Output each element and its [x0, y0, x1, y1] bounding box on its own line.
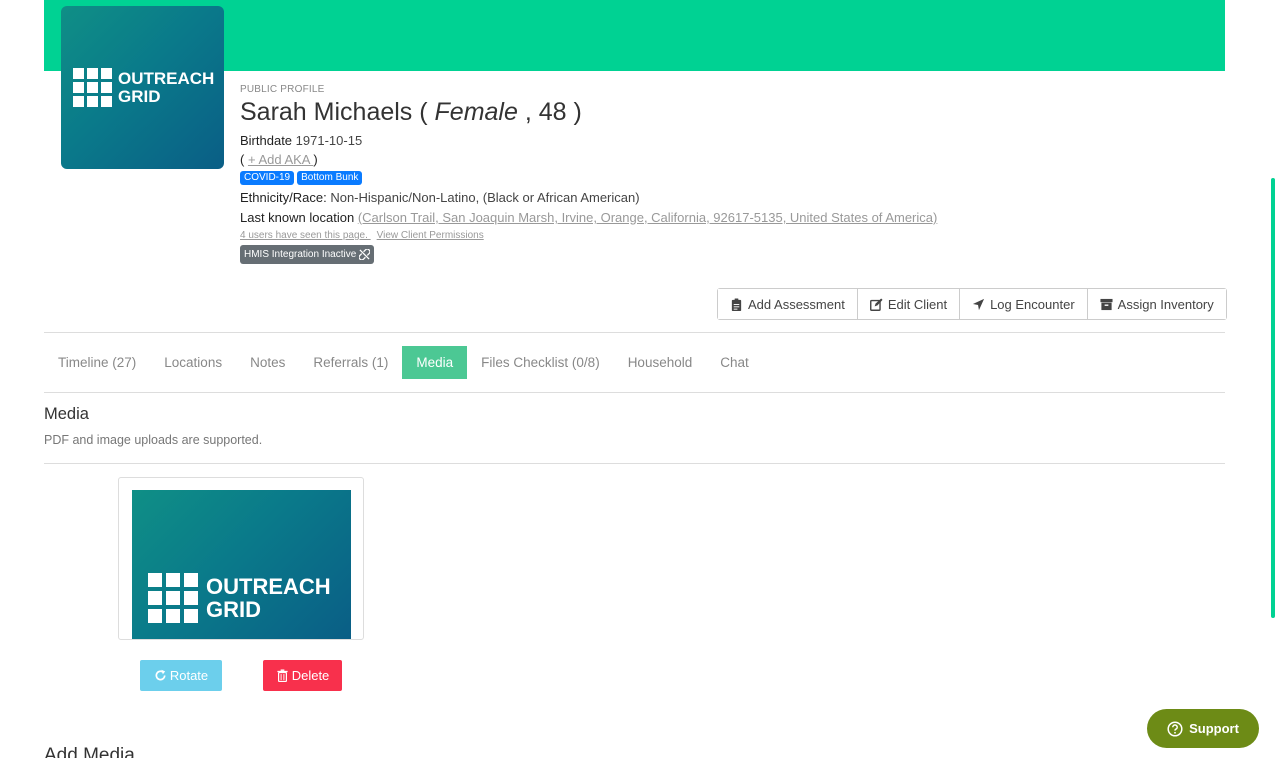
ethnicity-value: Non-Hispanic/Non-Latino, (Black or Afric… — [330, 190, 640, 205]
hmis-status-label: HMIS Integration Inactive — [244, 249, 357, 260]
grid-logo-icon — [73, 68, 112, 107]
logo-line1: OUTREACH — [118, 68, 215, 88]
assign-inventory-label: Assign Inventory — [1117, 296, 1214, 312]
client-gender: Female — [434, 98, 518, 126]
client-avatar: OUTREACH GRID — [61, 6, 224, 169]
trash-icon — [277, 669, 288, 682]
rotate-button[interactable]: Rotate — [140, 660, 222, 691]
view-permissions-link[interactable]: View Client Permissions — [377, 230, 484, 241]
edit-icon — [869, 297, 883, 311]
add-assessment-button[interactable]: Add Assessment — [718, 289, 858, 319]
tag-list: COVID-19 Bottom Bunk — [240, 171, 937, 185]
logo-line1: OUTREACH — [206, 573, 331, 599]
tab-timeline[interactable]: Timeline (27) — [44, 346, 150, 379]
rotate-icon — [155, 669, 166, 681]
birthdate-row: Birthdate 1971-10-15 — [240, 133, 937, 148]
divider — [44, 463, 1225, 464]
tab-media[interactable]: Media — [402, 346, 468, 379]
help-icon — [1167, 720, 1183, 737]
ethnicity-row: Ethnicity/Race: Non-Hispanic/Non-Latino,… — [240, 190, 937, 205]
log-encounter-label: Log Encounter — [990, 296, 1075, 312]
tab-chat[interactable]: Chat — [706, 346, 763, 379]
clipboard-icon — [731, 297, 742, 311]
media-section-subtitle: PDF and image uploads are supported. — [44, 433, 263, 447]
tab-notes[interactable]: Notes — [236, 346, 299, 379]
hmis-status-badge: HMIS Integration Inactive — [240, 245, 375, 264]
name-close-paren: ) — [566, 98, 582, 126]
profile-kicker: PUBLIC PROFILE — [240, 84, 325, 95]
tab-household[interactable]: Household — [614, 346, 707, 379]
birthdate-label: Birthdate — [240, 133, 293, 148]
support-button[interactable]: Support — [1147, 709, 1259, 748]
logo-line2: GRID — [118, 86, 161, 106]
client-age: 48 — [538, 98, 567, 126]
media-section-title: Media — [44, 405, 89, 423]
log-encounter-button[interactable]: Log Encounter — [960, 289, 1088, 319]
tag-badge[interactable]: Bottom Bunk — [297, 171, 363, 185]
name-open-paren: ( — [412, 98, 435, 126]
aka-open-paren: ( — [240, 152, 248, 167]
add-media-title: Add Media — [44, 745, 135, 758]
media-card: OUTREACH GRID — [118, 477, 364, 640]
ethnicity-label: Ethnicity/Race: — [240, 190, 327, 205]
assign-inventory-button[interactable]: Assign Inventory — [1087, 289, 1226, 319]
delete-label: Delete — [291, 668, 330, 683]
add-assessment-label: Add Assessment — [748, 296, 845, 312]
tab-locations[interactable]: Locations — [150, 346, 236, 379]
logo-line2: GRID — [206, 597, 261, 622]
aka-close-paren: ) — [313, 152, 318, 167]
page-meta-links: 4 users have seen this page. View Client… — [240, 230, 937, 241]
edit-client-label: Edit Client — [887, 296, 948, 312]
media-thumbnail[interactable]: OUTREACH GRID — [132, 490, 351, 639]
archive-icon — [1100, 298, 1113, 310]
support-label: Support — [1189, 721, 1239, 736]
grid-logo-icon — [148, 573, 198, 623]
age-separator: , — [517, 98, 539, 126]
aka-row: ( + Add AKA ) — [240, 152, 937, 167]
profile-tabs: Timeline (27) Locations Notes Referrals … — [44, 346, 763, 379]
delete-button[interactable]: Delete — [263, 660, 342, 691]
location-link[interactable]: (Carlson Trail, San Joaquin Marsh, Irvin… — [358, 210, 938, 225]
unlink-icon — [359, 249, 371, 260]
location-arrow-icon — [973, 298, 985, 310]
client-name: Sarah Michaels — [240, 98, 413, 126]
location-row: Last known location (Carlson Trail, San … — [240, 210, 937, 225]
scrollbar-thumb[interactable] — [1271, 178, 1275, 618]
birthdate-value: 1971-10-15 — [295, 133, 363, 148]
tab-files-checklist[interactable]: Files Checklist (0/8) — [467, 346, 614, 379]
tab-referrals[interactable]: Referrals (1) — [299, 346, 402, 379]
client-action-group: Add Assessment Edit Client Log Encounter… — [717, 288, 1227, 320]
profile-details: PUBLIC PROFILE Sarah Michaels ( Female ,… — [240, 84, 937, 264]
client-name-line: Sarah Michaels ( Female , 48 ) — [240, 98, 937, 127]
edit-client-button[interactable]: Edit Client — [857, 289, 961, 319]
rotate-label: Rotate — [169, 668, 209, 683]
divider — [44, 392, 1225, 393]
divider — [44, 332, 1225, 333]
add-aka-link[interactable]: + Add AKA — [248, 152, 313, 167]
seen-by-link[interactable]: 4 users have seen this page. — [240, 230, 371, 241]
location-label: Last known location — [240, 210, 355, 225]
tag-badge[interactable]: COVID-19 — [240, 171, 295, 185]
